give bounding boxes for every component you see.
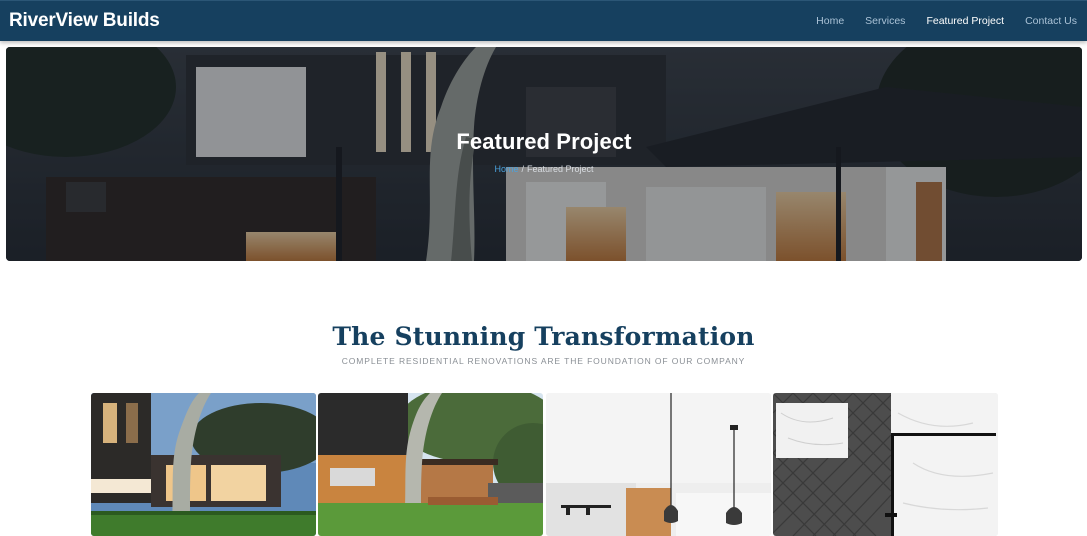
main-nav: Home Services Featured Project Contact U… [795, 15, 1077, 27]
gallery-image-exterior-dusk[interactable] [91, 393, 316, 536]
bathroom-tile-photo [773, 393, 998, 536]
section-title: The Stunning Transformation [332, 322, 755, 351]
gallery-image-kitchen[interactable] [546, 393, 771, 536]
breadcrumb-home-link[interactable]: Home [494, 164, 518, 174]
breadcrumb: Home / Featured Project [6, 164, 1082, 174]
hero-banner: Featured Project Home / Featured Project [6, 47, 1082, 261]
exterior-dusk-photo [91, 393, 316, 536]
gallery-image-bathroom[interactable] [773, 393, 998, 536]
page-title: Featured Project [456, 129, 632, 154]
project-gallery [91, 393, 998, 536]
kitchen-pendant-lights-photo [546, 393, 771, 536]
nav-link-featured-project[interactable]: Featured Project [926, 15, 1004, 27]
brand-logo-text[interactable]: RiverView Builds [9, 10, 160, 32]
nav-link-services[interactable]: Services [865, 15, 905, 27]
navbar: RiverView Builds Home Services Featured … [0, 0, 1087, 41]
breadcrumb-separator: / [521, 164, 524, 174]
nav-link-home[interactable]: Home [816, 15, 844, 27]
nav-link-contact-us[interactable]: Contact Us [1025, 15, 1077, 27]
exterior-day-photo [318, 393, 543, 536]
gallery-image-exterior-day[interactable] [318, 393, 543, 536]
breadcrumb-current: Featured Project [526, 164, 594, 174]
section-subtitle: COMPLETE RESIDENTIAL RENOVATIONS ARE THE… [341, 356, 746, 366]
